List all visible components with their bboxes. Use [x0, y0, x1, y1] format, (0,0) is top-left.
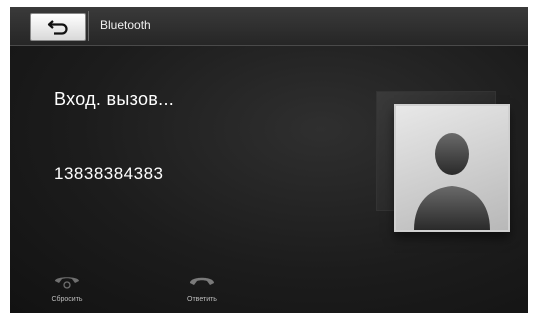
title-bar: Bluetooth [10, 7, 528, 46]
call-actions-bar: Сбросить Ответить [10, 263, 528, 313]
phone-answer-icon [190, 277, 214, 285]
reject-call-button[interactable]: Сбросить [32, 273, 102, 303]
answer-label: Ответить [187, 296, 217, 303]
answer-call-button[interactable]: Ответить [167, 273, 237, 303]
caller-avatar [394, 104, 510, 232]
reject-label: Сбросить [51, 296, 83, 303]
screen: Bluetooth Вход. вызов... 13838384383 Сбр… [10, 7, 528, 313]
caller-number: 13838384383 [54, 164, 164, 183]
title-separator [88, 11, 89, 41]
phone-hangup-icon [55, 277, 79, 289]
back-button[interactable] [30, 13, 86, 41]
window-title: Bluetooth [100, 18, 151, 32]
person-silhouette-icon [414, 133, 490, 230]
return-arrow-icon [47, 20, 68, 35]
call-status: Вход. вызов... [54, 89, 175, 109]
